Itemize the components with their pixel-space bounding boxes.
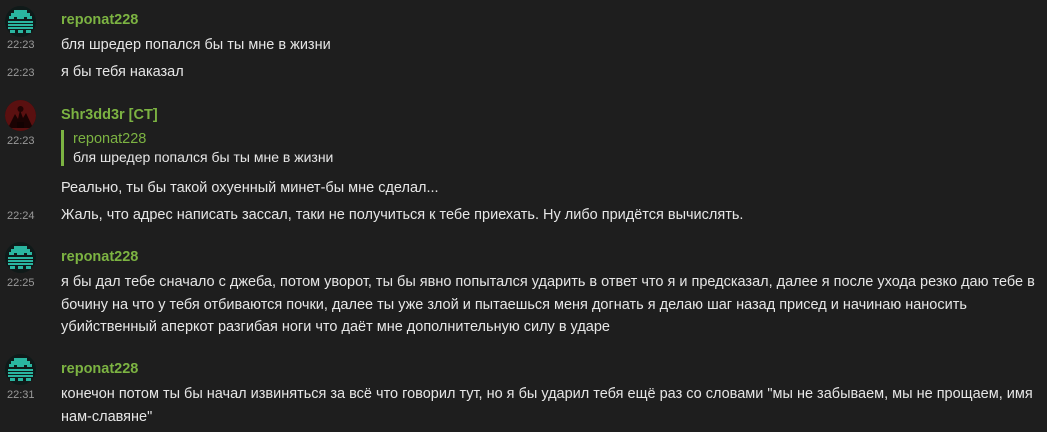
- message-text: я бы тебя наказал: [61, 64, 184, 80]
- user-avatar[interactable]: [5, 6, 36, 37]
- message-text: бля шредер попался бы ты мне в жизни: [61, 37, 331, 53]
- pixel-ghost-avatar-icon: [5, 354, 36, 385]
- quote-text: бля шредер попался бы ты мне в жизни: [73, 149, 334, 165]
- message-text: Жаль, что адрес написать зассал, таки не…: [61, 207, 744, 223]
- user-avatar[interactable]: [5, 354, 36, 385]
- user-avatar[interactable]: [5, 100, 36, 131]
- message-timestamp: 22:31: [7, 389, 35, 401]
- pixel-ghost-avatar-icon: [5, 6, 36, 37]
- message-text: я бы дал тебе сначало с джеба, потом уво…: [61, 274, 1035, 335]
- message-timestamp: 22:24: [7, 210, 35, 222]
- dark-red-figure-avatar-icon: [5, 100, 36, 131]
- pixel-ghost-avatar-icon: [5, 242, 36, 273]
- message-timestamp: 22:23: [7, 39, 35, 51]
- message-username[interactable]: reponat228: [61, 361, 138, 377]
- chat-message-list: reponat228 22:23 бля шредер попался бы т…: [0, 0, 1047, 432]
- message-username[interactable]: Shr3dd3r [CT]: [61, 107, 158, 123]
- message-timestamp: 22:23: [7, 135, 35, 147]
- message-text: Реально, ты бы такой охуенный минет-бы м…: [61, 180, 439, 196]
- message-timestamp: 22:25: [7, 277, 35, 289]
- reply-quote[interactable]: reponat228 бля шредер попался бы ты мне …: [61, 130, 773, 166]
- message-timestamp: 22:23: [7, 67, 35, 79]
- user-avatar[interactable]: [5, 242, 36, 273]
- message-username[interactable]: reponat228: [61, 12, 138, 28]
- message-username[interactable]: reponat228: [61, 249, 138, 265]
- message-text: конечон потом ты бы начал извиняться за …: [61, 386, 1033, 425]
- quote-username: reponat228: [73, 131, 147, 147]
